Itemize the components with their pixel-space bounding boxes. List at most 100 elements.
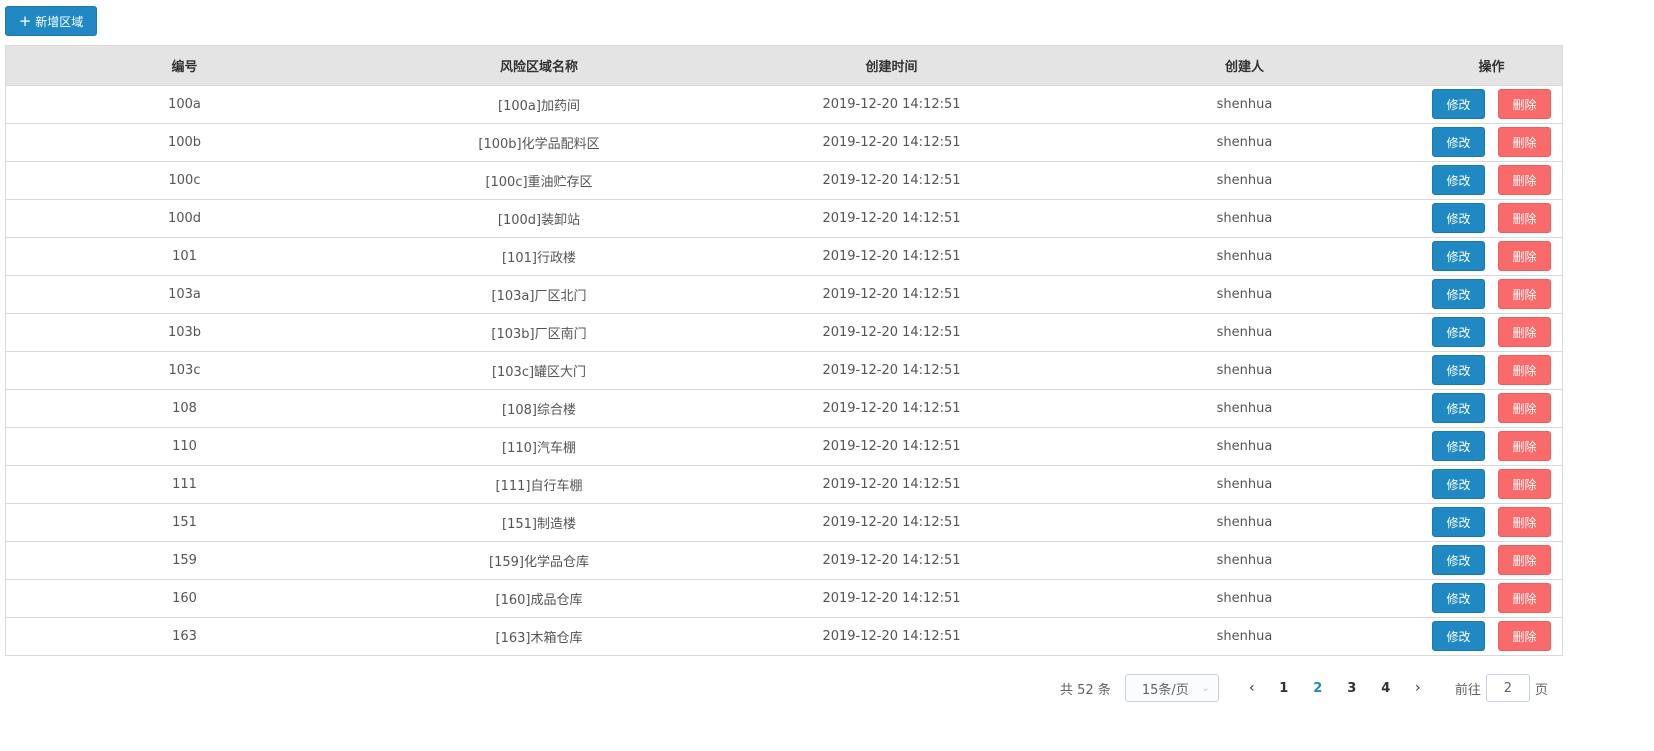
cell-name: [110]汽车棚 <box>502 440 576 456</box>
cell-ops: 修改 删除 <box>1421 123 1562 161</box>
cell-id: 103a <box>168 286 201 302</box>
cell-ops: 修改 删除 <box>1421 275 1562 313</box>
table-row: 111 [111]自行车棚 2019-12-20 14:12:51 shenhua 修改… <box>6 465 1562 503</box>
page-number-3[interactable]: 3 <box>1335 681 1369 696</box>
delete-button[interactable]: 删除 <box>1498 165 1551 195</box>
cell-name: [101]行政楼 <box>502 250 576 266</box>
table-row: 103c [103c]罐区大门 2019-12-20 14:12:51 shenhua… <box>6 351 1562 389</box>
cell-created-time: 2019-12-20 14:12:51 <box>822 210 961 226</box>
delete-button[interactable]: 删除 <box>1498 203 1551 233</box>
edit-button[interactable]: 修改 <box>1432 241 1485 271</box>
pagination: 共 52 条 15条/页 ⌄ ‹ 1234 › 前往 页 <box>1060 673 1548 703</box>
cell-created-time: 2019-12-20 14:12:51 <box>822 552 961 568</box>
edit-button[interactable]: 修改 <box>1432 621 1485 652</box>
page-number-2[interactable]: 2 <box>1301 681 1335 696</box>
goto-page: 前往 页 <box>1455 674 1548 702</box>
chevron-left-icon[interactable]: ‹ <box>1237 680 1267 696</box>
cell-creator: shenhua <box>1216 514 1273 530</box>
goto-page-input[interactable] <box>1485 674 1530 702</box>
delete-button[interactable]: 删除 <box>1498 621 1551 652</box>
cell-created-time: 2019-12-20 14:12:51 <box>822 400 961 416</box>
page-number-4[interactable]: 4 <box>1369 681 1403 696</box>
edit-button[interactable]: 修改 <box>1432 393 1485 423</box>
delete-button[interactable]: 删除 <box>1498 545 1551 575</box>
cell-creator: shenhua <box>1216 210 1273 226</box>
delete-button[interactable]: 删除 <box>1498 279 1551 309</box>
table-row: 110 [110]汽车棚 2019-12-20 14:12:51 shenhua 修改删… <box>6 427 1562 465</box>
cell-creator: shenhua <box>1216 172 1273 188</box>
delete-button[interactable]: 删除 <box>1498 583 1551 613</box>
cell-ops: 修改 删除 <box>1421 237 1562 275</box>
add-area-button[interactable]: + 新增区域 <box>5 6 97 36</box>
cell-created-time: 2019-12-20 14:12:51 <box>822 172 961 188</box>
page: + 新增区域 编号 风险区域名称 创建时间 创建人 操作 100a [100a]加… <box>0 0 1654 751</box>
table-row: 100d [100d]装卸站 2019-12-20 14:12:51 shenhua 修… <box>6 199 1562 237</box>
cell-ops: 修改 删除 <box>1421 503 1562 541</box>
page-size-select[interactable]: 15条/页 ⌄ <box>1124 674 1219 702</box>
cell-creator: shenhua <box>1216 362 1273 378</box>
goto-prefix: 前往 <box>1454 682 1481 698</box>
delete-button[interactable]: 删除 <box>1498 507 1551 537</box>
cell-creator: shenhua <box>1216 628 1273 644</box>
total-count: 共 52 条 <box>1060 682 1111 698</box>
table-row: 103a [103a]厂区北门 2019-12-20 14:12:51 shenhua… <box>6 275 1562 313</box>
edit-button[interactable]: 修改 <box>1432 317 1485 347</box>
cell-ops: 修改 删除 <box>1421 313 1562 351</box>
edit-button[interactable]: 修改 <box>1432 279 1485 309</box>
cell-created-time: 2019-12-20 14:12:51 <box>822 286 961 302</box>
cell-name: [100a]加药间 <box>498 98 580 114</box>
cell-id: 151 <box>172 514 197 530</box>
table-body: 100a [100a]加药间 2019-12-20 14:12:51 shenhua 修… <box>6 85 1562 655</box>
edit-button[interactable]: 修改 <box>1432 127 1485 157</box>
delete-button[interactable]: 删除 <box>1498 317 1551 347</box>
table-row: 151 [151]制造楼 2019-12-20 14:12:51 shenhua 修改删… <box>6 503 1562 541</box>
edit-button[interactable]: 修改 <box>1432 431 1485 461</box>
delete-button[interactable]: 删除 <box>1498 89 1551 119</box>
cell-id: 100a <box>168 96 201 112</box>
cell-id: 100c <box>168 172 201 188</box>
page-number-1[interactable]: 1 <box>1267 681 1301 696</box>
edit-button[interactable]: 修改 <box>1432 545 1485 575</box>
cell-name: [103b]厂区南门 <box>491 326 587 342</box>
delete-button[interactable]: 删除 <box>1498 393 1551 423</box>
delete-button[interactable]: 删除 <box>1498 241 1551 271</box>
cell-created-time: 2019-12-20 14:12:51 <box>822 96 961 112</box>
edit-button[interactable]: 修改 <box>1432 203 1485 233</box>
edit-button[interactable]: 修改 <box>1432 355 1485 385</box>
cell-created-time: 2019-12-20 14:12:51 <box>822 248 961 264</box>
delete-button[interactable]: 删除 <box>1498 431 1551 461</box>
chevron-right-icon[interactable]: › <box>1403 680 1433 696</box>
cell-ops: 修改 删除 <box>1421 465 1562 503</box>
cell-name: [100b]化学品配料区 <box>478 136 600 152</box>
delete-button[interactable]: 删除 <box>1498 469 1551 499</box>
edit-button[interactable]: 修改 <box>1432 469 1485 499</box>
cell-name: [151]制造楼 <box>502 516 576 532</box>
cell-id: 108 <box>172 400 197 416</box>
cell-id: 110 <box>172 438 197 454</box>
table-row: 100a [100a]加药间 2019-12-20 14:12:51 shenhua 修… <box>6 85 1562 123</box>
edit-button[interactable]: 修改 <box>1432 583 1485 613</box>
table-row: 100b [100b]化学品配料区 2019-12-20 14:12:51 shenh… <box>6 123 1562 161</box>
cell-id: 111 <box>172 476 197 492</box>
cell-ops: 修改 删除 <box>1421 351 1562 389</box>
cell-creator: shenhua <box>1216 438 1273 454</box>
page-size-value: 15条/页 <box>1141 682 1189 698</box>
plus-icon: + <box>18 11 32 30</box>
table-row: 103b [103b]厂区南门 2019-12-20 14:12:51 shenhua… <box>6 313 1562 351</box>
cell-id: 100b <box>167 134 202 150</box>
cell-id: 163 <box>172 628 197 644</box>
delete-button[interactable]: 删除 <box>1498 355 1551 385</box>
cell-name: [100c]重油贮存区 <box>485 174 593 190</box>
edit-button[interactable]: 修改 <box>1432 89 1485 119</box>
cell-created-time: 2019-12-20 14:12:51 <box>822 476 961 492</box>
cell-created-time: 2019-12-20 14:12:51 <box>822 362 961 378</box>
delete-button[interactable]: 删除 <box>1498 127 1551 157</box>
cell-created-time: 2019-12-20 14:12:51 <box>822 590 961 606</box>
page-list: 1234 <box>1267 681 1403 696</box>
cell-id: 103c <box>168 362 201 378</box>
edit-button[interactable]: 修改 <box>1432 507 1485 537</box>
edit-button[interactable]: 修改 <box>1432 165 1485 195</box>
cell-name: [160]成品仓库 <box>495 592 583 608</box>
cell-id: 100d <box>167 210 202 226</box>
cell-created-time: 2019-12-20 14:12:51 <box>822 514 961 530</box>
